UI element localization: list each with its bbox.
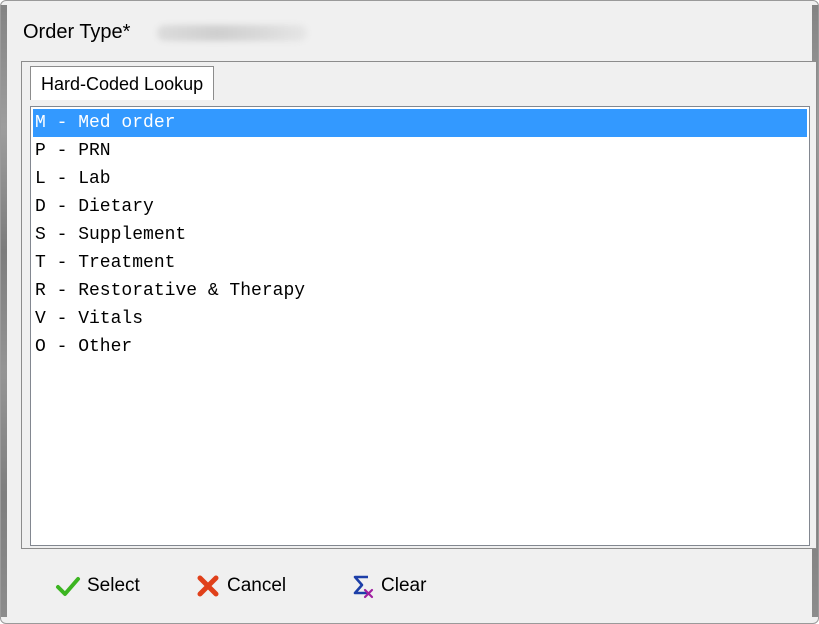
checkmark-icon xyxy=(55,573,81,599)
x-icon xyxy=(195,573,221,599)
lookup-panel: Hard-Coded Lookup M - Med order P - PRN … xyxy=(21,61,817,549)
cancel-button-label: Cancel xyxy=(227,575,287,596)
list-item[interactable]: D - Dietary xyxy=(33,193,807,221)
select-button[interactable]: Select xyxy=(55,569,140,603)
clear-button-label: Clear xyxy=(381,575,427,596)
redacted-title-suffix xyxy=(157,25,307,41)
list-item[interactable]: V - Vitals xyxy=(33,305,807,333)
list-item[interactable]: P - PRN xyxy=(33,137,807,165)
list-item[interactable]: R - Restorative & Therapy xyxy=(33,277,807,305)
list-item[interactable]: M - Med order xyxy=(33,109,807,137)
order-type-listbox[interactable]: M - Med order P - PRN L - Lab D - Dietar… xyxy=(30,106,810,546)
window-title: Order Type* xyxy=(23,21,131,43)
list-item[interactable]: L - Lab xyxy=(33,165,807,193)
select-button-label: Select xyxy=(87,575,140,596)
window-edge-left xyxy=(1,5,7,617)
list-item[interactable]: S - Supplement xyxy=(33,221,807,249)
clear-button[interactable]: Clear xyxy=(349,569,426,603)
tab-hard-coded-lookup[interactable]: Hard-Coded Lookup xyxy=(30,66,215,100)
title-bar: Order Type* xyxy=(9,9,809,53)
button-bar: Select Cancel Clear xyxy=(21,549,817,621)
cancel-button[interactable]: Cancel xyxy=(195,569,286,603)
order-type-dialog: Order Type* Hard-Coded Lookup M - Med or… xyxy=(0,0,819,624)
list-item[interactable]: T - Treatment xyxy=(33,249,807,277)
list-item[interactable]: O - Other xyxy=(33,333,807,361)
sigma-clear-icon xyxy=(349,573,375,599)
